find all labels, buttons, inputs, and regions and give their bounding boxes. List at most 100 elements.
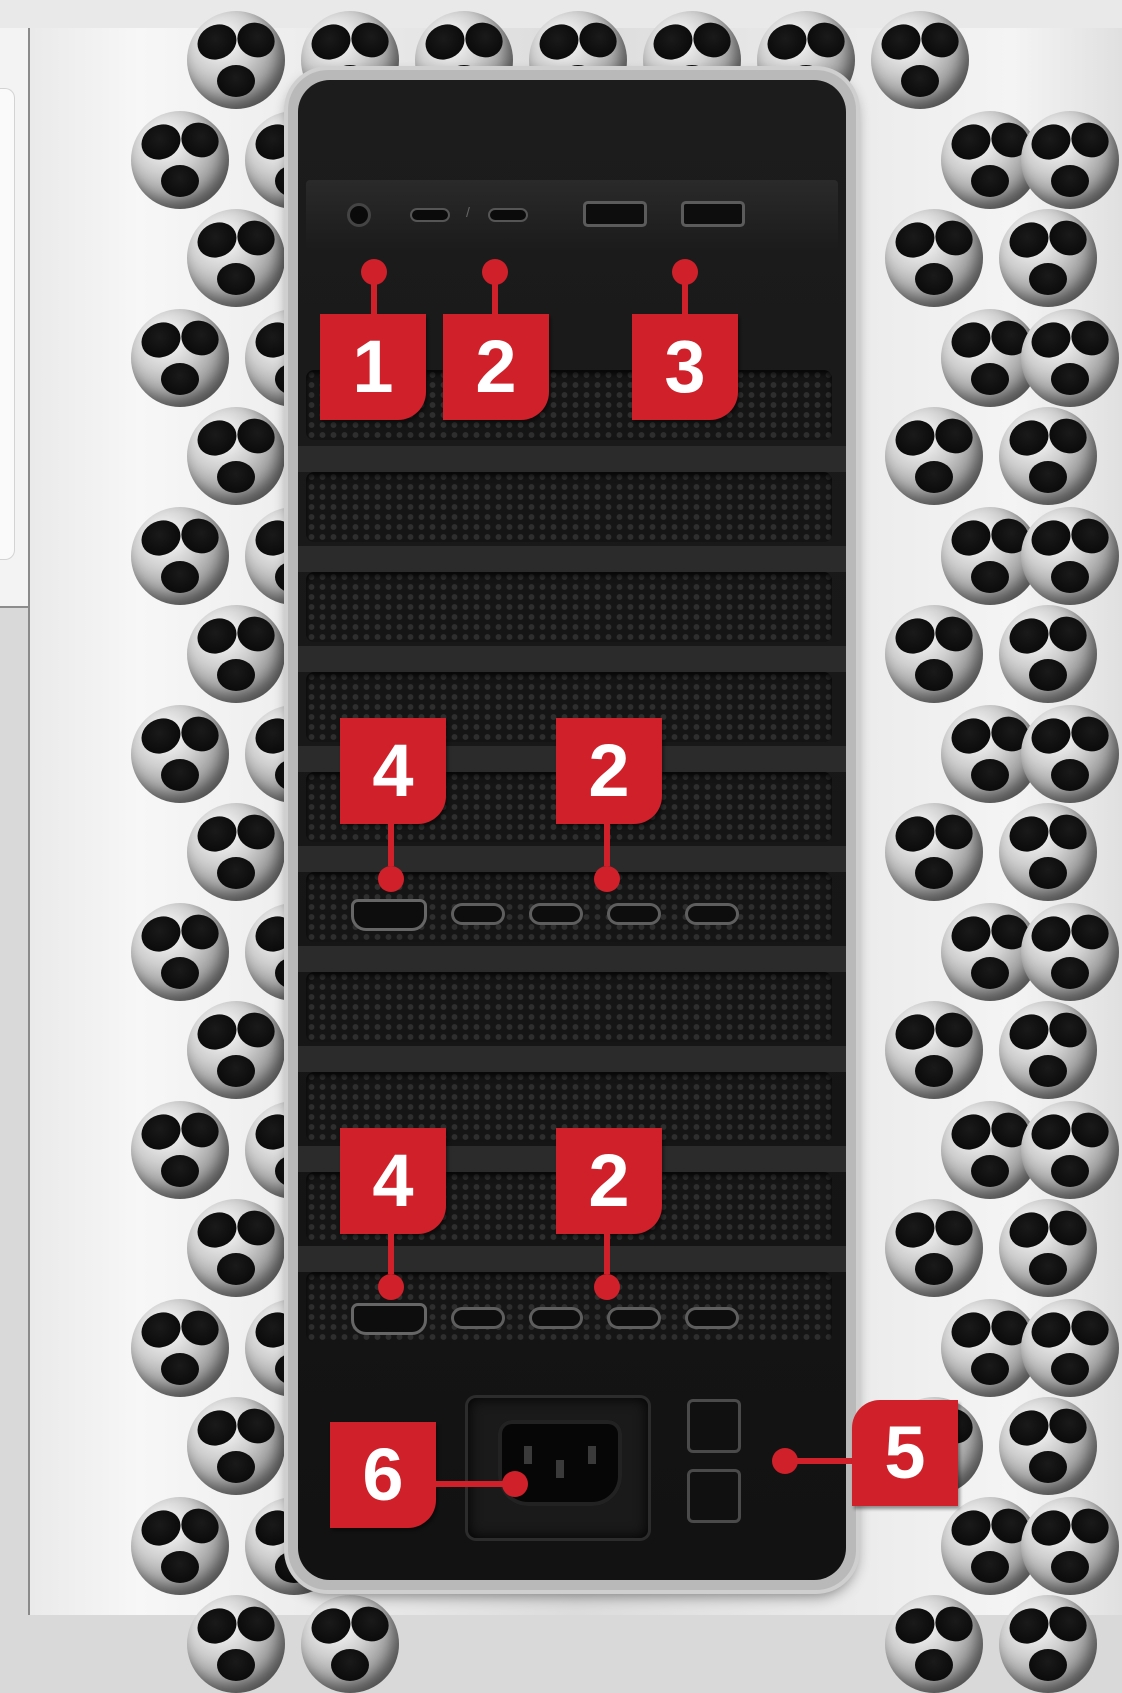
lattice-hole	[161, 363, 199, 395]
hdmi-port	[354, 1306, 424, 1332]
callout-5: 5	[852, 1400, 958, 1506]
lattice-hole	[1029, 1451, 1067, 1483]
lattice-hole	[217, 1253, 255, 1285]
thunderbolt-port	[490, 210, 526, 220]
lattice-hole	[971, 363, 1009, 395]
lattice-ball	[1021, 1299, 1119, 1397]
expansion-vent	[306, 972, 832, 1042]
lattice-ball	[885, 209, 983, 307]
rear-panel-illustration: / 1 2 3 4 2 4 2 5 6	[0, 0, 1122, 1693]
side-panel-inner	[0, 88, 15, 560]
callout-leader	[604, 824, 610, 866]
lattice-ball	[187, 803, 285, 901]
usb-c-port	[454, 906, 502, 922]
slot-divider	[298, 546, 846, 572]
lattice-hole	[915, 263, 953, 295]
slot-divider	[298, 846, 846, 872]
lattice-hole	[1051, 957, 1089, 989]
callout-1: 1	[320, 314, 426, 420]
lattice-hole	[1029, 461, 1067, 493]
lattice-ball	[999, 209, 1097, 307]
hdmi-port	[354, 902, 424, 928]
usb-c-port	[610, 1310, 658, 1326]
lattice-hole	[1051, 165, 1089, 197]
lattice-hole	[1051, 1155, 1089, 1187]
lattice-ball	[187, 407, 285, 505]
lattice-hole	[217, 461, 255, 493]
lattice-hole	[161, 561, 199, 593]
lattice-hole	[161, 1551, 199, 1583]
side-panel	[0, 28, 30, 608]
callout-leader	[388, 824, 394, 866]
callout-leader	[790, 1458, 852, 1464]
usb-c-port	[532, 1310, 580, 1326]
lattice-ball	[999, 1001, 1097, 1099]
slot-divider	[298, 646, 846, 672]
lattice-ball	[131, 1497, 229, 1595]
lattice-hole	[1051, 759, 1089, 791]
lattice-hole	[915, 1649, 953, 1681]
lattice-ball	[999, 803, 1097, 901]
callout-dot	[594, 866, 620, 892]
lattice-ball	[999, 407, 1097, 505]
headphone-jack	[350, 206, 368, 224]
lattice-hole	[901, 65, 939, 97]
top-io-shelf	[306, 180, 838, 250]
lattice-hole	[971, 1551, 1009, 1583]
lattice-ball	[187, 1199, 285, 1297]
lattice-ball	[1021, 1101, 1119, 1199]
callout-2: 2	[443, 314, 549, 420]
lattice-hole	[1051, 561, 1089, 593]
callout-leader	[682, 270, 688, 314]
callout-dot	[502, 1471, 528, 1497]
lattice-ball	[1021, 903, 1119, 1001]
lattice-hole	[161, 759, 199, 791]
lattice-ball	[1021, 1497, 1119, 1595]
lattice-hole	[1029, 1055, 1067, 1087]
lattice-ball	[1021, 507, 1119, 605]
lattice-ball	[871, 11, 969, 109]
lattice-hole	[161, 1155, 199, 1187]
lattice-ball	[999, 605, 1097, 703]
lattice-ball	[301, 1595, 399, 1693]
lattice-ball	[885, 1199, 983, 1297]
slot-divider	[298, 1246, 846, 1272]
power-pin	[524, 1446, 532, 1464]
lattice-hole	[971, 561, 1009, 593]
callout-6: 6	[330, 1422, 436, 1528]
lattice-ball	[131, 309, 229, 407]
callout-leader	[604, 1234, 610, 1274]
thunderbolt-port	[412, 210, 448, 220]
lattice-hole	[161, 957, 199, 989]
lattice-ball	[999, 1595, 1097, 1693]
lattice-hole	[1029, 1649, 1067, 1681]
callout-dot	[378, 1274, 404, 1300]
lattice-ball	[187, 605, 285, 703]
usb-a-port	[586, 204, 644, 224]
lattice-hole	[217, 659, 255, 691]
lattice-ball	[131, 705, 229, 803]
ethernet-port	[690, 1472, 738, 1520]
lattice-hole	[217, 1451, 255, 1483]
callout-4: 4	[340, 718, 446, 824]
lattice-hole	[915, 1055, 953, 1087]
lattice-hole	[971, 165, 1009, 197]
lattice-ball	[131, 111, 229, 209]
lattice-ball	[187, 1001, 285, 1099]
lattice-ball	[999, 1199, 1097, 1297]
lattice-ball	[1021, 309, 1119, 407]
callout-leader	[371, 270, 377, 314]
callout-leader	[492, 270, 498, 314]
lattice-ball	[187, 209, 285, 307]
lattice-hole	[1029, 659, 1067, 691]
lattice-ball	[885, 1595, 983, 1693]
lattice-hole	[971, 759, 1009, 791]
lattice-ball	[187, 11, 285, 109]
callout-dot	[594, 1274, 620, 1300]
lattice-ball	[187, 1595, 285, 1693]
expansion-vent	[306, 572, 832, 642]
lattice-ball	[131, 1101, 229, 1199]
slot-divider	[298, 446, 846, 472]
lattice-ball	[131, 903, 229, 1001]
lattice-hole	[331, 1649, 369, 1681]
